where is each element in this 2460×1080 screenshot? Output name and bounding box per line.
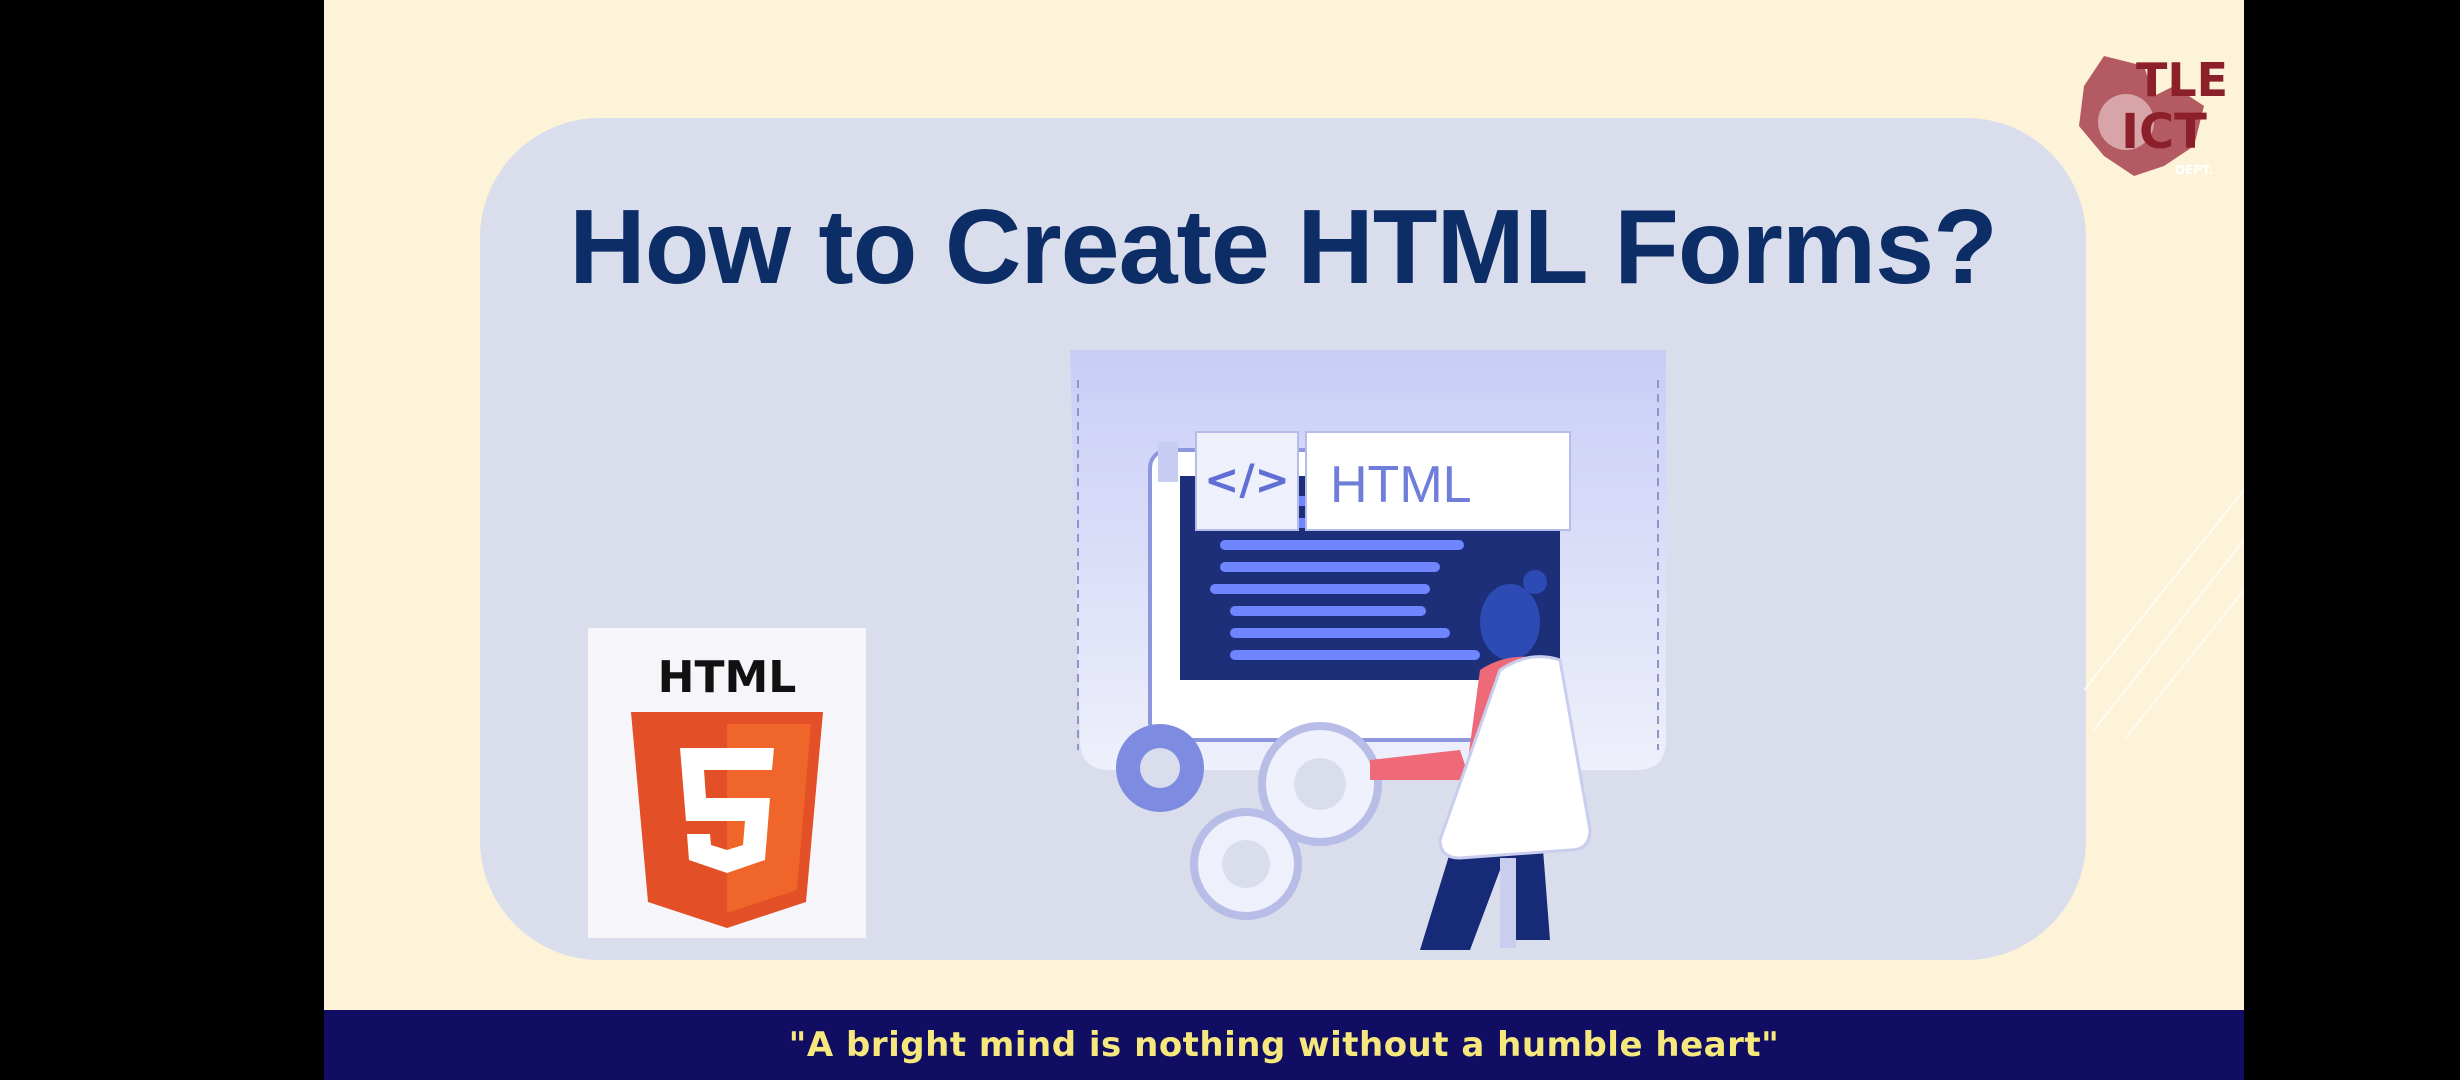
footer-banner: "A bright mind is nothing without a humb… bbox=[324, 1010, 2244, 1080]
content-panel: How to Create HTML Forms? HTML 5 bbox=[480, 118, 2086, 960]
code-tag-icon: </> bbox=[1204, 455, 1290, 504]
slide-title: How to Create HTML Forms? bbox=[569, 188, 1998, 306]
footer-quote: "A bright mind is nothing without a humb… bbox=[788, 1025, 1780, 1065]
tle-ict-dept-logo: TLE ICT DEPT. bbox=[2064, 26, 2234, 188]
dept-logo-line3: DEPT. bbox=[2175, 163, 2213, 177]
slide: How to Create HTML Forms? HTML 5 bbox=[324, 0, 2244, 1080]
developer-illustration: </> HTML bbox=[1070, 350, 1666, 950]
dept-logo-line2: ICT bbox=[2121, 104, 2207, 160]
decorative-lines bbox=[2084, 489, 2244, 740]
dept-logo-line1: TLE bbox=[2136, 53, 2228, 107]
html-tag-label: HTML bbox=[1330, 456, 1472, 514]
html5-logo-label: HTML bbox=[658, 652, 797, 703]
html5-logo: HTML 5 bbox=[588, 628, 866, 938]
